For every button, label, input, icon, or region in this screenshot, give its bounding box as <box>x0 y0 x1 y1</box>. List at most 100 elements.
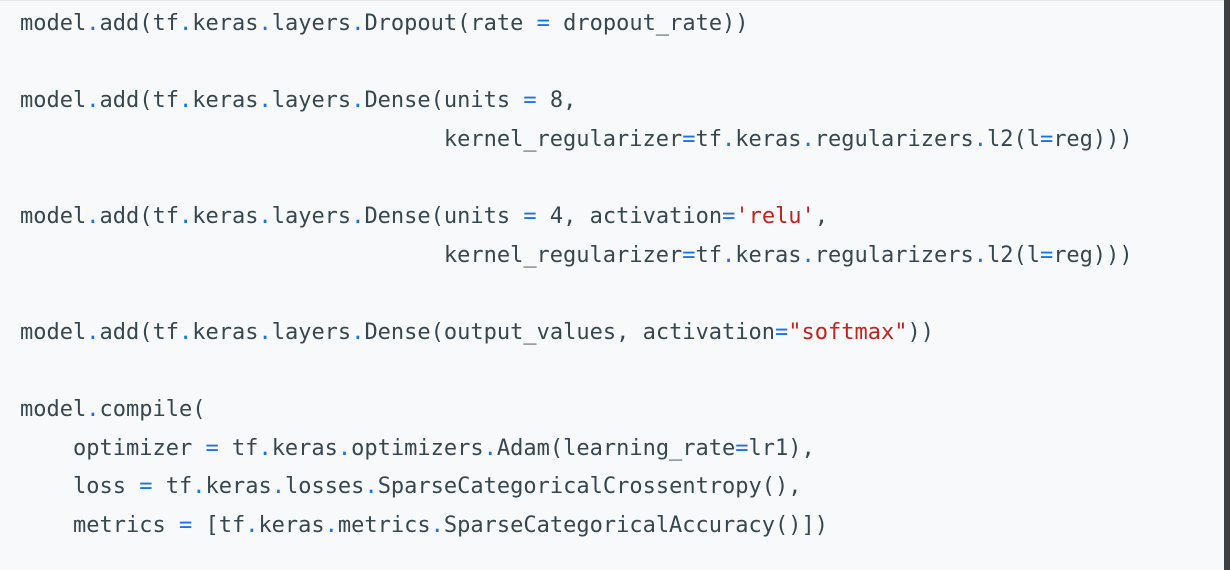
code-token: kernel_regularizer <box>20 126 683 152</box>
code-token: l2(l <box>986 242 1040 268</box>
code-token: keras <box>192 88 259 114</box>
code-lines: model.add(tf.keras.layers.Dropout(rate =… <box>20 5 1133 545</box>
code-token: . <box>258 88 272 114</box>
code-token: = <box>682 242 696 268</box>
code-token: = <box>682 126 696 152</box>
code-token: . <box>722 242 736 268</box>
code-token: Adam(learning_rate <box>496 435 736 461</box>
code-token: . <box>973 242 987 268</box>
code-token: = <box>205 435 219 461</box>
code-token: = <box>775 319 789 345</box>
code-token: . <box>258 203 272 229</box>
code-token: reg))) <box>1053 126 1133 152</box>
code-token: tf <box>152 474 193 500</box>
code-token: metrics <box>20 512 179 538</box>
code-token: "softmax" <box>788 319 908 345</box>
code-token: layers <box>271 88 352 114</box>
code-token: reg))) <box>1053 242 1133 268</box>
code-token: . <box>86 203 100 229</box>
code-token: . <box>351 88 365 114</box>
code-token: layers <box>271 319 352 345</box>
code-token: model <box>20 396 87 422</box>
code-token: . <box>430 512 444 538</box>
code-token: , <box>814 203 829 229</box>
code-token: add(tf <box>99 88 179 114</box>
code-token: loss <box>20 474 140 500</box>
code-token: . <box>483 435 497 461</box>
code-token: add(tf <box>99 203 179 229</box>
code-line: kernel_regularizer=tf.keras.regularizers… <box>20 237 1133 276</box>
code-line: metrics = [tf.keras.metrics.SparseCatego… <box>20 507 1133 546</box>
code-token: . <box>178 11 193 36</box>
code-token: . <box>86 319 100 345</box>
code-token: . <box>364 474 378 500</box>
code-token: = <box>178 512 193 538</box>
code-token: SparseCategoricalAccuracy()]) <box>443 512 828 538</box>
code-line: loss = tf.keras.losses.SparseCategorical… <box>20 468 1133 507</box>
code-token: optimizer <box>20 435 206 461</box>
code-token: [tf <box>192 512 246 538</box>
code-line: model.add(tf.keras.layers.Dropout(rate =… <box>20 5 1133 44</box>
code-token: . <box>324 512 338 538</box>
code-token: = <box>1039 126 1054 152</box>
code-token: . <box>351 319 365 345</box>
code-token: = <box>139 474 153 500</box>
code-token: model <box>20 203 87 229</box>
code-token: kernel_regularizer <box>20 242 683 268</box>
code-token: = <box>1039 242 1054 268</box>
code-token: add(tf <box>99 11 179 36</box>
code-token: keras <box>205 474 272 500</box>
code-token: . <box>178 203 193 229</box>
code-token: keras <box>192 11 259 36</box>
code-token: optimizers <box>351 435 484 461</box>
code-token: . <box>178 319 193 345</box>
code-line: model.add(tf.keras.layers.Dense(units = … <box>20 82 1133 121</box>
code-token: . <box>973 126 987 152</box>
code-token: losses <box>284 474 365 500</box>
code-token: . <box>351 11 365 36</box>
code-token: keras <box>192 203 259 229</box>
code-token: Dense(units <box>364 88 524 114</box>
code-line: model.compile( <box>20 391 1133 430</box>
code-token: model <box>20 319 87 345</box>
code-token: Dense(output_values, activation <box>364 319 776 345</box>
code-token: tf <box>695 242 723 268</box>
code-token: lr1), <box>748 435 815 461</box>
code-token: . <box>178 88 193 114</box>
code-token: 8, <box>536 88 577 114</box>
code-token: = <box>523 203 537 229</box>
code-token: keras <box>271 435 338 461</box>
code-token: layers <box>271 203 352 229</box>
code-token: dropout_rate)) <box>549 11 749 36</box>
code-token: . <box>245 512 259 538</box>
code-token: = <box>722 203 736 229</box>
code-token: . <box>258 319 272 345</box>
code-token: metrics <box>337 512 431 538</box>
code-token: keras <box>735 126 802 152</box>
code-token: . <box>722 126 736 152</box>
code-token: . <box>86 88 100 114</box>
code-token: tf <box>218 435 259 461</box>
code-token: tf <box>695 126 723 152</box>
code-token: keras <box>735 242 802 268</box>
code-token: model <box>20 11 87 36</box>
code-token: regularizers <box>814 242 974 268</box>
code-token: . <box>337 435 352 461</box>
code-token: l2(l <box>986 126 1040 152</box>
code-token: compile( <box>99 396 206 422</box>
code-token: . <box>271 474 285 500</box>
code-line: optimizer = tf.keras.optimizers.Adam(lea… <box>20 430 1133 469</box>
code-token: layers <box>271 11 352 36</box>
code-token: 4, activation <box>536 203 723 229</box>
code-block: model.add(tf.keras.layers.Dropout(rate =… <box>0 0 1224 570</box>
code-token: 'relu' <box>735 203 815 229</box>
code-token: keras <box>192 319 259 345</box>
code-token: Dense(units <box>364 203 524 229</box>
code-token: = <box>536 11 550 36</box>
code-token: . <box>801 242 815 268</box>
code-token: SparseCategoricalCrossentropy(), <box>377 474 802 500</box>
code-token: . <box>801 126 815 152</box>
